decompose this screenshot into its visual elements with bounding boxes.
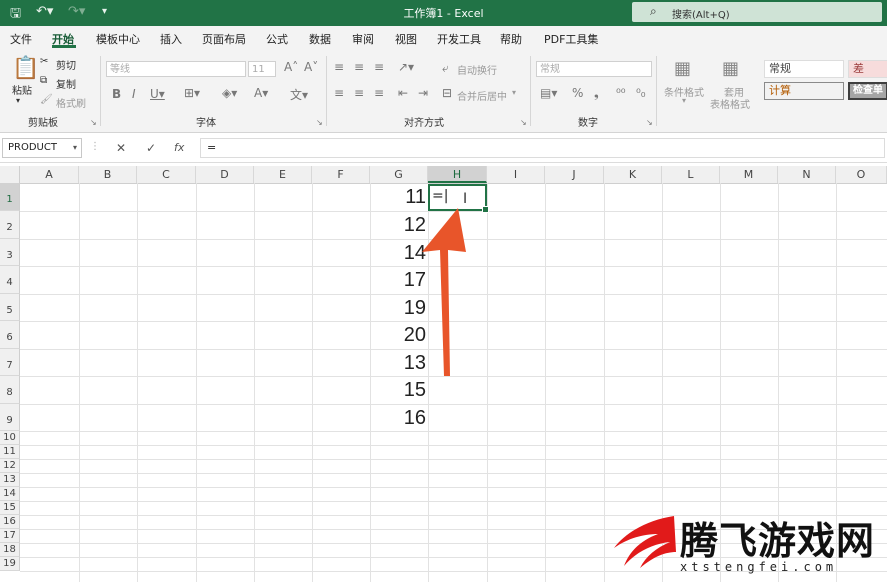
watermark-logo-icon — [614, 516, 676, 568]
watermark-text: 腾飞游戏网 — [680, 519, 876, 563]
watermark-url: xtstengfei.com — [680, 560, 838, 574]
arrow-shape — [422, 208, 466, 376]
annotation-arrow — [422, 208, 466, 376]
